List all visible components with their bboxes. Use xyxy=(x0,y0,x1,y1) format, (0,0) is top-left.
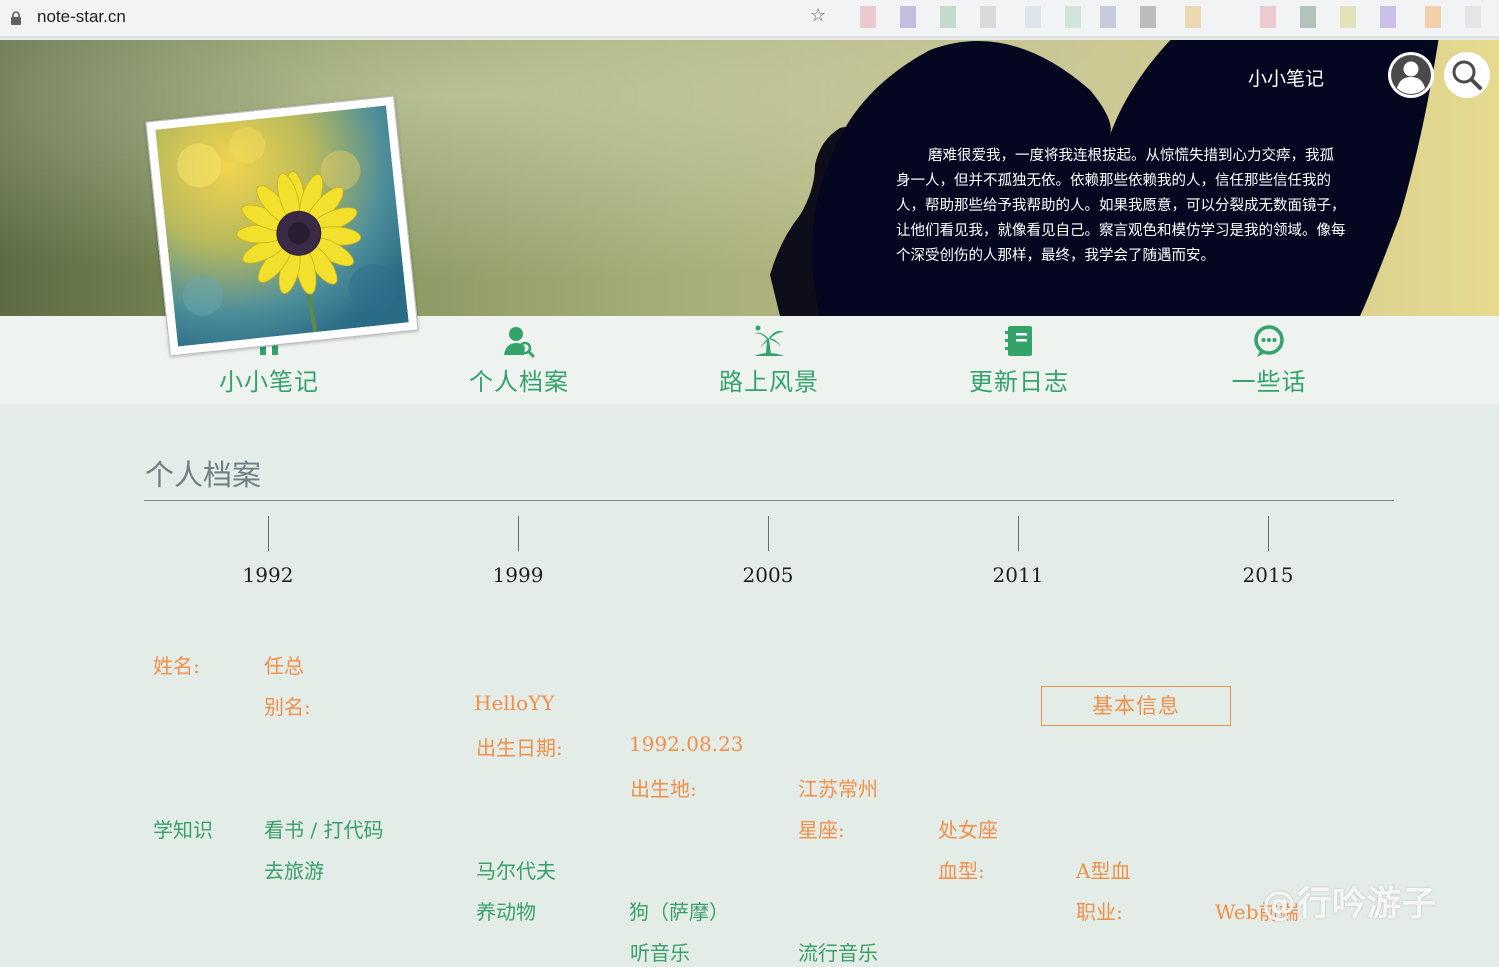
sunflower-image xyxy=(155,105,409,347)
site-title[interactable]: 小小笔记 xyxy=(1248,64,1324,91)
search-button[interactable] xyxy=(1444,52,1490,98)
birthday-value: 1992.08.23 xyxy=(629,732,744,756)
watermark-text: @行吟游子 xyxy=(1262,884,1437,924)
browser-bar: note-star.cn ☆ xyxy=(0,0,1499,38)
user-profile-button[interactable] xyxy=(1388,52,1434,98)
birthplace-label: 出生地: xyxy=(630,777,697,801)
nav-item-profile[interactable]: 个人档案 xyxy=(419,324,619,397)
basic-info-tag[interactable]: 基本信息 xyxy=(1041,686,1231,726)
timeline-tick xyxy=(1017,516,1019,551)
timeline-item[interactable]: 2015 xyxy=(1208,516,1328,587)
sunflower-photo xyxy=(145,95,419,357)
timeline-item[interactable]: 2011 xyxy=(958,516,1078,587)
nav-item-changelog[interactable]: 更新日志 xyxy=(919,324,1119,397)
timeline-year: 2011 xyxy=(992,563,1044,587)
timeline-year: 2015 xyxy=(1242,563,1294,587)
nav-item-words[interactable]: 一些话 xyxy=(1169,324,1369,397)
hobby-label-pets: 养动物 xyxy=(476,900,536,924)
timeline-year: 2005 xyxy=(742,563,794,587)
chat-bubble-icon xyxy=(1254,325,1284,357)
palm-tree-icon xyxy=(754,325,784,356)
hobby-label-study: 学知识 xyxy=(153,818,213,842)
browser-extensions xyxy=(840,4,1495,32)
timeline-year: 1992 xyxy=(242,563,294,587)
blood-label: 血型: xyxy=(938,859,985,883)
name-label: 姓名: xyxy=(153,654,200,678)
birthday-label: 出生日期: xyxy=(476,736,563,760)
zodiac-value: 处女座 xyxy=(938,818,998,842)
notebook-icon xyxy=(1005,326,1032,356)
name-value: 任总 xyxy=(264,654,304,678)
hobby-label-travel: 去旅游 xyxy=(264,859,324,883)
banner-quote: 磨难很爱我，一度将我连根拔起。从惊慌失措到心力交瘁，我孤身一人，但并不孤独无依。… xyxy=(896,148,1346,264)
birthplace-value: 江苏常州 xyxy=(798,777,878,801)
lock-icon xyxy=(11,11,21,25)
alias-value: HelloYY xyxy=(474,691,555,715)
hobby-value-travel: 马尔代夫 xyxy=(476,859,556,883)
timeline-tick xyxy=(1267,516,1269,551)
hobby-label-music: 听音乐 xyxy=(630,941,690,965)
user-icon xyxy=(1391,55,1431,95)
search-icon xyxy=(1452,60,1482,90)
nav-item-scenery[interactable]: 路上风景 xyxy=(669,324,869,397)
address-bar-url[interactable]: note-star.cn xyxy=(37,7,126,27)
hobby-value-study: 看书 / 打代码 xyxy=(264,818,384,842)
timeline-tick xyxy=(267,516,269,551)
timeline-tick xyxy=(517,516,519,551)
zodiac-label: 星座: xyxy=(798,818,845,842)
timeline-item[interactable]: 1999 xyxy=(458,516,578,587)
section-divider xyxy=(144,500,1394,501)
timeline-item[interactable]: 2005 xyxy=(708,516,828,587)
hobby-value-pets: 狗（萨摩） xyxy=(629,900,729,924)
user-search-icon xyxy=(504,327,535,358)
job-label: 职业: xyxy=(1076,900,1123,924)
timeline-tick xyxy=(767,516,769,551)
hobby-value-music: 流行音乐 xyxy=(798,941,878,965)
bookmark-star-icon[interactable]: ☆ xyxy=(810,5,826,26)
blood-value: A型血 xyxy=(1076,859,1131,883)
section-title: 个人档案 xyxy=(145,458,262,492)
timeline-item[interactable]: 1992 xyxy=(208,516,328,587)
alias-label: 别名: xyxy=(264,695,311,719)
timeline-year: 1999 xyxy=(492,563,544,587)
